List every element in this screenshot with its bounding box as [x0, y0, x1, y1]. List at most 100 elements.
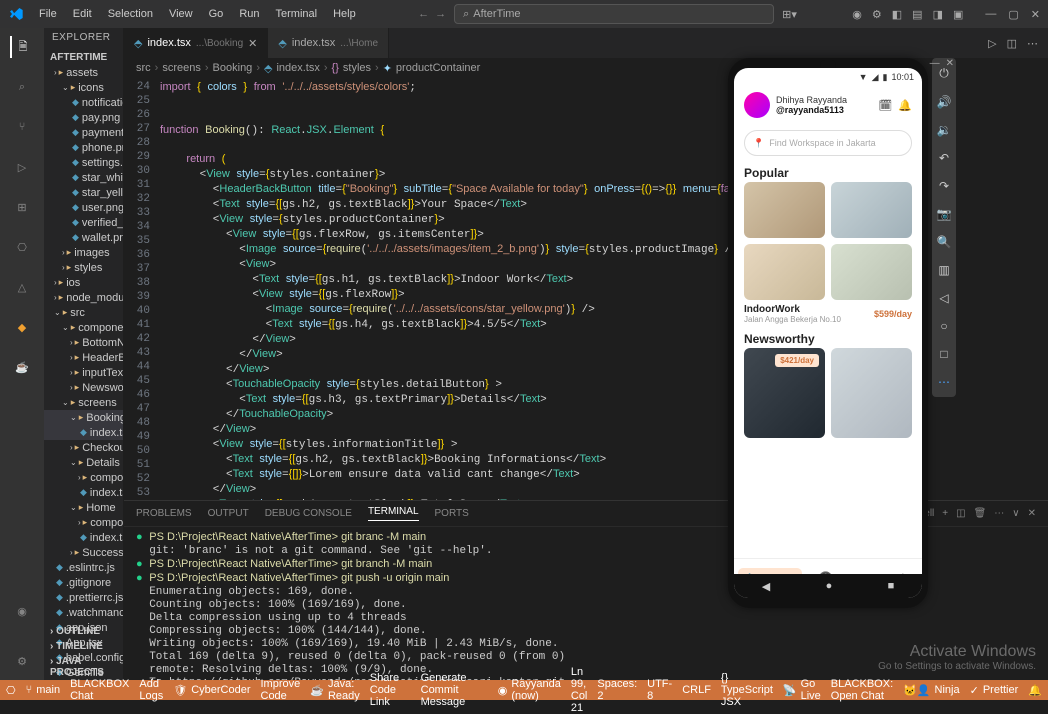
nav-forward-icon[interactable]: →	[435, 8, 446, 20]
news-card[interactable]: $421/day	[744, 348, 825, 438]
more-icon[interactable]: ⋯	[1027, 37, 1038, 50]
sb-java[interactable]: ☕ Java: Ready	[310, 678, 360, 702]
tree-file[interactable]: ◆settings.png	[44, 155, 123, 170]
tree-folder[interactable]: ›▸ios	[44, 275, 123, 290]
layout-sidebar-left-icon[interactable]: ◧	[892, 8, 902, 21]
tab-index-home[interactable]: ⬘ index.tsx...\Home	[268, 28, 389, 58]
panel-tab-problems[interactable]: PROBLEMS	[136, 508, 192, 519]
emu-zoom-icon[interactable]: 🔍	[937, 235, 952, 249]
explorer-icon[interactable]: 🗎	[10, 36, 32, 58]
avatar[interactable]	[744, 92, 770, 118]
bell-icon[interactable]: 🔔	[898, 99, 912, 112]
tree-folder[interactable]: ›▸images	[44, 245, 123, 260]
emu-close-icon[interactable]: ✕	[946, 58, 954, 69]
remote-icon[interactable]: ⎔	[11, 236, 33, 258]
panel-tab-terminal[interactable]: TERMINAL	[368, 506, 419, 521]
panel-tab-debug[interactable]: DEBUG CONSOLE	[265, 508, 352, 519]
tree-folder[interactable]: ›▸node_modules	[44, 290, 123, 305]
emu-home-icon[interactable]: ○	[940, 319, 947, 333]
tree-file[interactable]: ◆index.tsx	[44, 425, 123, 440]
tree-folder[interactable]: ⌄▸Booking	[44, 410, 123, 425]
new-terminal-icon[interactable]: +	[942, 508, 948, 519]
tree-file[interactable]: ◆notification.png	[44, 95, 123, 110]
menu-file[interactable]: File	[32, 4, 64, 24]
command-center[interactable]: ⌕ AfterTime	[454, 4, 774, 24]
extensions-icon[interactable]: ⊞	[11, 196, 33, 218]
trash-icon[interactable]: 🗑	[974, 508, 987, 519]
window-minimize-icon[interactable]: —	[985, 8, 996, 21]
menu-help[interactable]: Help	[326, 4, 363, 24]
tree-folder[interactable]: ›▸components	[44, 515, 123, 530]
android-back-icon[interactable]: ◀	[762, 580, 770, 593]
tree-folder[interactable]: ⌄▸components	[44, 320, 123, 335]
tree-file[interactable]: ◆user.png	[44, 200, 123, 215]
account-icon[interactable]: ◉	[852, 8, 862, 21]
news-card[interactable]	[831, 348, 912, 438]
menu-terminal[interactable]: Terminal	[269, 4, 325, 24]
popular-card[interactable]	[744, 244, 825, 300]
chevron-icon[interactable]: ∨	[1012, 508, 1019, 519]
tree-folder[interactable]: ⌄▸src	[44, 305, 123, 320]
remote-indicator[interactable]: ⎔	[6, 684, 16, 697]
tree-file[interactable]: ◆pay.png	[44, 110, 123, 125]
emu-volume-down-icon[interactable]: 🔉	[937, 123, 952, 137]
window-close-icon[interactable]: ✕	[1031, 8, 1040, 21]
emu-camera-icon[interactable]: 📷	[937, 207, 952, 221]
tree-file[interactable]: ◆payment.png	[44, 125, 123, 140]
split-icon[interactable]: ◫	[1007, 37, 1017, 50]
project-name[interactable]: AFTERTIME	[44, 50, 123, 65]
menu-run[interactable]: Run	[232, 4, 266, 24]
tree-folder[interactable]: ⌄▸screens	[44, 395, 123, 410]
branch-indicator[interactable]: ⑂ main	[26, 684, 60, 696]
source-control-icon[interactable]: ⑂	[11, 116, 33, 138]
tree-file[interactable]: ◆index.tsx	[44, 530, 123, 545]
sb-lang[interactable]: {} TypeScript JSX	[721, 666, 773, 714]
sb-golive[interactable]: 📡 Go Live	[783, 666, 821, 714]
panel-tab-output[interactable]: OUTPUT	[208, 508, 249, 519]
tree-file[interactable]: ◆.eslintrc.js	[44, 560, 123, 575]
android-recent-icon[interactable]: ■	[888, 580, 895, 592]
tree-folder[interactable]: ›▸components	[44, 470, 123, 485]
emu-minimize-icon[interactable]: —	[930, 58, 940, 69]
outline-section[interactable]: › OUTLINE	[44, 624, 123, 639]
sb-sharelink[interactable]: Share Code Link	[370, 672, 411, 708]
popular-card[interactable]	[831, 244, 912, 300]
layout-sidebar-right-icon[interactable]: ◨	[933, 8, 943, 21]
sb-eol[interactable]: CRLF	[682, 666, 711, 714]
tab-index-booking[interactable]: ⬘ index.tsx...\Booking ✕	[124, 28, 268, 58]
java-icon[interactable]: ☕	[11, 356, 33, 378]
sb-cybercoder[interactable]: 🛡 CyberCoder	[173, 684, 250, 697]
testing-icon[interactable]: △	[11, 276, 33, 298]
tree-folder[interactable]: ›▸HeaderBackButton	[44, 350, 123, 365]
tree-folder[interactable]: ›▸styles	[44, 260, 123, 275]
popular-card[interactable]	[831, 182, 912, 238]
split-terminal-icon[interactable]: ◫	[956, 508, 965, 519]
timeline-section[interactable]: › TIMELINE	[44, 639, 123, 654]
emu-fold-icon[interactable]: ▥	[938, 263, 949, 277]
sb-addlogs[interactable]: Add Logs	[139, 678, 163, 702]
emu-overview-icon[interactable]: □	[940, 347, 947, 361]
tree-file[interactable]: ◆phone.png	[44, 140, 123, 155]
tree-folder[interactable]: ›▸Success	[44, 545, 123, 560]
menu-view[interactable]: View	[162, 4, 200, 24]
run-icon[interactable]: ▷	[988, 37, 996, 50]
emu-rotate-right-icon[interactable]: ↷	[939, 179, 949, 193]
window-maximize-icon[interactable]: ▢	[1008, 8, 1018, 21]
sb-cursor[interactable]: Ln 99, Col 21	[571, 666, 588, 714]
tree-folder[interactable]: ›▸Checkout	[44, 440, 123, 455]
tree-folder[interactable]: ›▸inputText	[44, 365, 123, 380]
calendar-icon[interactable]: 🗓	[878, 99, 892, 112]
tree-file[interactable]: ◆index.tsx	[44, 485, 123, 500]
accounts-icon[interactable]: ◉	[11, 600, 33, 622]
tree-file[interactable]: ◆.watchmanconfig	[44, 605, 123, 620]
emulator-screen[interactable]: ▼ ◢ ▮ 10:01 Dhihya Rayyanda @rayyanda511…	[734, 68, 922, 598]
copilot-icon[interactable]: ⊞▾	[782, 8, 797, 21]
tree-file[interactable]: ◆verified_orange.png	[44, 215, 123, 230]
tree-file[interactable]: ◆star_white.png	[44, 170, 123, 185]
sb-blackbox[interactable]: BLACKBOX Chat	[70, 678, 129, 702]
tree-file[interactable]: ◆star_yellow.png	[44, 185, 123, 200]
sb-bell-icon[interactable]: 🔔	[1028, 666, 1042, 714]
run-debug-icon[interactable]: ▷	[11, 156, 33, 178]
java-projects-section[interactable]: › JAVA PROJECTS	[44, 654, 123, 680]
manage-gear-icon[interactable]: ⚙	[11, 650, 33, 672]
